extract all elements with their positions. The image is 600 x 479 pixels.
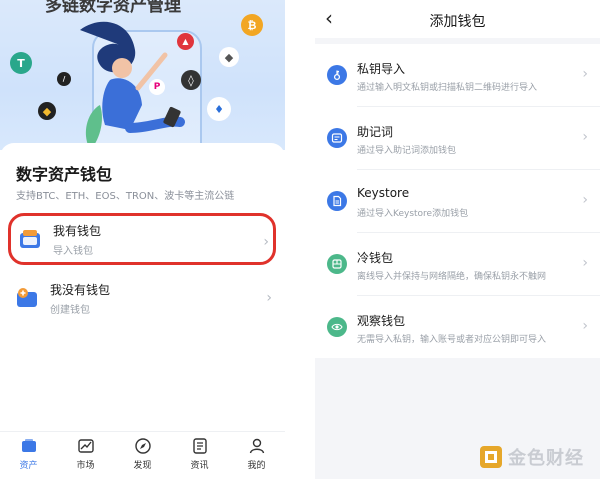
tab-market[interactable]: 市场 [57, 432, 114, 479]
cold-wallet-subtitle: 离线导入并保持与网络隔绝，确保私钥永不触网 [357, 272, 547, 282]
tab-news[interactable]: 资讯 [171, 432, 228, 479]
chevron-right-icon: › [582, 318, 588, 334]
card-subtitle: 支持BTC、ETH、EOS、TRON、波卡等主流公链 [16, 191, 235, 202]
news-icon [192, 438, 207, 454]
woman-illustration [80, 21, 185, 150]
chevron-right-icon: › [263, 234, 269, 250]
ethereum-glyph: ◆ [224, 50, 234, 64]
private-key-title: 私钥导入 [357, 62, 406, 76]
watermark-text: 金色财经 [508, 448, 584, 469]
wallet-import-icon [19, 228, 41, 250]
mnemonic-subtitle: 通过导入助记词添加钱包 [357, 146, 457, 156]
cold-wallet-title: 冷钱包 [357, 251, 394, 265]
bitcoin-glyph: ₿ [247, 18, 257, 32]
wallet-create-icon [16, 287, 38, 309]
tab-discover[interactable]: 发现 [114, 432, 171, 479]
key-icon [327, 65, 347, 85]
chart-icon [77, 439, 94, 453]
chevron-right-icon: › [582, 255, 588, 271]
compass-icon [134, 438, 151, 454]
bitcoin-icon: ₿ [241, 14, 263, 36]
have-wallet-title: 我有钱包 [53, 223, 102, 238]
jinse-logo-icon [480, 446, 502, 468]
binance-icon: ◆ [38, 102, 56, 120]
chevron-right-icon: › [582, 66, 588, 82]
list-item-keystore[interactable]: Keystore 通过导入Keystore添加钱包 › [315, 170, 600, 233]
watch-wallet-subtitle: 无需导入私钥，输入账号或者对应公钥即可导入 [357, 335, 547, 345]
tab-me-label: 我的 [247, 461, 266, 471]
flame-coin-icon: ♦ [207, 97, 231, 121]
tab-discover-label: 发现 [133, 461, 152, 471]
tab-assets[interactable]: 资产 [0, 432, 57, 479]
tab-news-label: 资讯 [190, 461, 209, 471]
watermark: 金色财经 [480, 444, 584, 470]
mnemonic-icon [327, 128, 347, 148]
have-wallet-option[interactable]: 我有钱包 导入钱包 › [8, 213, 276, 265]
link-coin-icon: / [57, 72, 71, 86]
list-item-cold-wallet[interactable]: 冷钱包 离线导入并保持与网络隔绝，确保私钥永不触网 › [315, 233, 600, 296]
chevron-right-icon: › [582, 192, 588, 208]
page-title: 添加钱包 [429, 14, 486, 30]
no-wallet-title: 我没有钱包 [50, 282, 111, 297]
cold-wallet-icon [327, 254, 347, 274]
right-screen: ‹ 添加钱包 私钥导入 通过输入明文私钥或扫描私钥二维码进行导入 › 助记词 通… [315, 0, 600, 479]
chevron-right-icon: › [582, 129, 588, 145]
mnemonic-title: 助记词 [357, 125, 394, 139]
have-wallet-subtitle: 导入钱包 [53, 245, 93, 257]
tab-me[interactable]: 我的 [228, 432, 285, 479]
card-title: 数字资产钱包 [16, 165, 113, 184]
wallet-icon [21, 439, 36, 452]
tether-icon: T [10, 52, 32, 74]
watch-wallet-title: 观察钱包 [357, 314, 406, 328]
left-screen: 多链数字资产管理 ₿ ▲ ◆ T / ◊ P ◆ ♦ 数字资产钱包 支持BTC、… [0, 0, 285, 479]
user-icon [249, 438, 264, 454]
no-wallet-option[interactable]: 我没有钱包 创建钱包 › [8, 272, 276, 324]
list-item-watch-wallet[interactable]: 观察钱包 无需导入私钥，输入账号或者对应公钥即可导入 › [315, 296, 600, 359]
tab-market-label: 市场 [76, 461, 95, 471]
list-item-private-key[interactable]: 私钥导入 通过输入明文私钥或扫描私钥二维码进行导入 › [315, 44, 600, 107]
chevron-right-icon: › [266, 290, 272, 306]
tab-assets-label: 资产 [19, 461, 38, 471]
ethereum-icon: ◆ [219, 47, 239, 67]
add-wallet-list: 私钥导入 通过输入明文私钥或扫描私钥二维码进行导入 › 助记词 通过导入助记词添… [315, 44, 600, 358]
hero-banner: 多链数字资产管理 ₿ ▲ ◆ T / ◊ P ◆ ♦ [0, 0, 285, 150]
private-key-subtitle: 通过输入明文私钥或扫描私钥二维码进行导入 [357, 83, 538, 93]
eye-icon [327, 317, 347, 337]
keystore-file-icon [327, 191, 347, 211]
keystore-title: Keystore [357, 186, 410, 200]
keystore-subtitle: 通过导入Keystore添加钱包 [357, 209, 469, 219]
bottom-tab-bar: 资产 市场 发现 资讯 我的 [0, 431, 285, 479]
list-item-mnemonic[interactable]: 助记词 通过导入助记词添加钱包 › [315, 107, 600, 170]
no-wallet-subtitle: 创建钱包 [50, 304, 90, 316]
nav-bar: ‹ 添加钱包 [315, 0, 600, 38]
